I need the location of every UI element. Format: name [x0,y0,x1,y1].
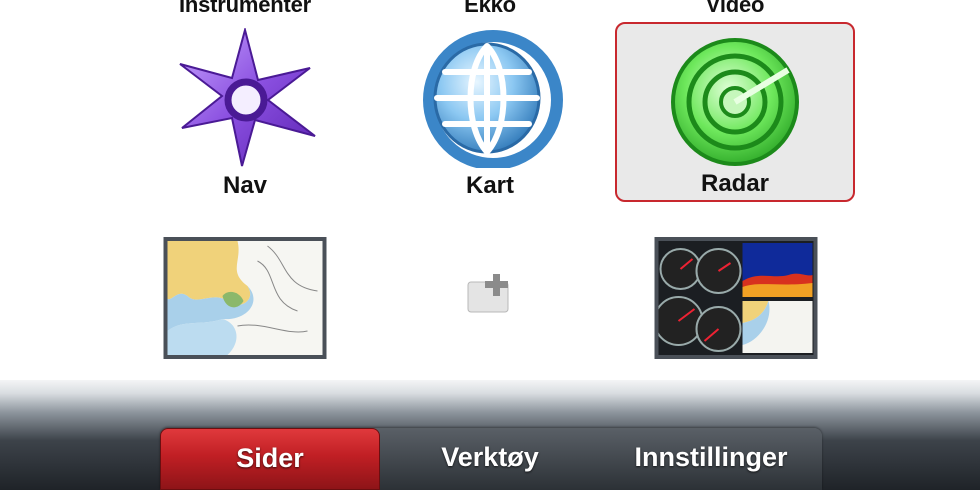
ekko-label[interactable]: Ekko [464,0,516,18]
tab-strip: Sider Verktøy Innstillinger [160,428,822,490]
tab-innstillinger[interactable]: Innstillinger [600,428,822,490]
instrumenter-label[interactable]: Instrumenter [179,0,311,18]
chart-globe-icon [415,28,565,168]
nav-compass-icon [170,28,320,168]
app-tile-radar[interactable]: Radar [615,22,855,202]
tab-verktoy[interactable]: Verktøy [380,428,600,490]
video-label[interactable]: Video [706,0,765,18]
radar-label: Radar [700,170,770,197]
add-page-icon[interactable] [467,272,515,314]
app-tile-nav[interactable]: Nav [125,22,365,202]
radar-icon [660,30,810,170]
kart-label: Kart [465,172,514,199]
app-tile-kart[interactable]: Kart [370,22,610,202]
multi-panel-thumbnail[interactable] [654,237,818,359]
tab-sider[interactable]: Sider [160,428,380,490]
nav-label: Nav [222,172,268,199]
chart-map-thumbnail[interactable] [163,237,327,359]
